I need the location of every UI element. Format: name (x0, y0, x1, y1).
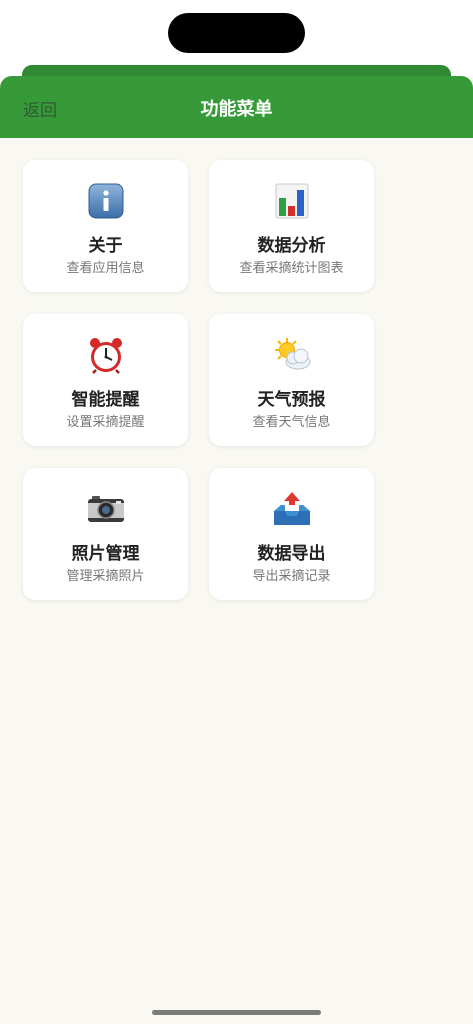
card-subtitle: 导出采摘记录 (252, 569, 331, 584)
card-title: 智能提醒 (71, 390, 140, 410)
page-title: 功能菜单 (200, 99, 273, 120)
info-icon (23, 182, 188, 220)
card-data-analysis[interactable]: 数据分析 查看采摘统计图表 (209, 160, 374, 292)
card-data-export[interactable]: 数据导出 导出采摘记录 (209, 468, 374, 600)
card-title: 数据分析 (257, 236, 326, 256)
bar-chart-icon (209, 182, 374, 220)
card-title: 天气预报 (257, 390, 326, 410)
outbox-tray-icon (209, 490, 374, 528)
card-subtitle: 设置采摘提醒 (66, 415, 145, 430)
card-subtitle: 查看应用信息 (66, 261, 145, 276)
card-title: 关于 (88, 236, 123, 256)
card-title: 数据导出 (257, 544, 326, 564)
camera-icon (23, 490, 188, 528)
card-subtitle: 查看天气信息 (252, 415, 331, 430)
home-indicator[interactable] (152, 1010, 321, 1015)
navigation-bar: 返回 功能菜单 (0, 76, 473, 138)
card-subtitle: 管理采摘照片 (66, 569, 145, 584)
card-smart-reminder[interactable]: 智能提醒 设置采摘提醒 (23, 314, 188, 446)
dynamic-island (168, 13, 305, 53)
sun-cloud-icon (209, 336, 374, 374)
card-photo-management[interactable]: 照片管理 管理采摘照片 (23, 468, 188, 600)
card-subtitle: 查看采摘统计图表 (239, 261, 344, 276)
alarm-clock-icon (23, 336, 188, 374)
card-weather[interactable]: 天气预报 查看天气信息 (209, 314, 374, 446)
card-about[interactable]: 关于 查看应用信息 (23, 160, 188, 292)
card-title: 照片管理 (71, 544, 140, 564)
